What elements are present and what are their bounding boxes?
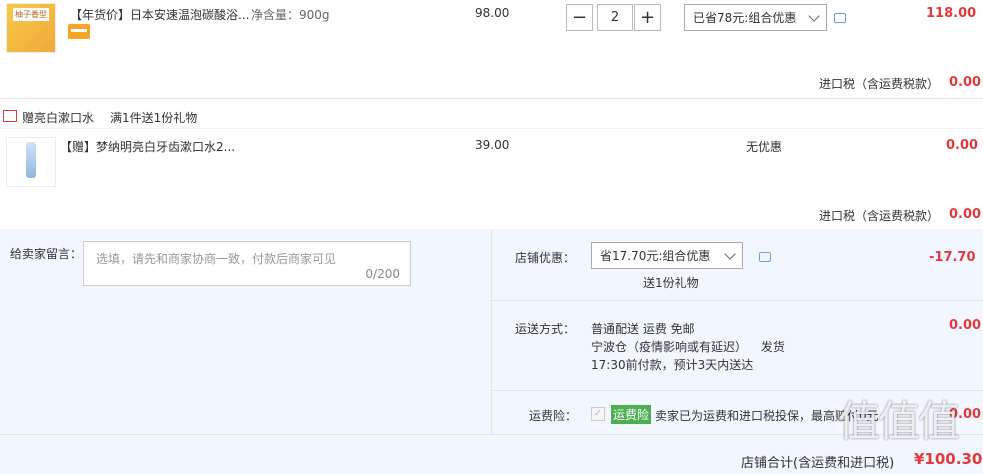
gift-product-name[interactable]: 【赠】梦纳明亮白牙齿漱口水2...	[60, 138, 235, 155]
gift-unit-price: 39.00	[475, 138, 510, 152]
promo-select[interactable]: 已省78元:组合优惠	[684, 4, 827, 31]
divider	[491, 229, 492, 434]
card-icon	[68, 24, 90, 39]
note-label: 给卖家留言：	[10, 247, 83, 261]
chat-icon[interactable]	[759, 252, 771, 262]
discount-value: -17.70	[929, 250, 976, 265]
product-tag: 【年货价】	[70, 8, 131, 22]
product-title[interactable]: 【年货价】日本安速温泡碳酸浴...	[70, 6, 249, 23]
store-total-value: ¥100.30	[914, 450, 983, 468]
thumbnail-label: 柚子香型	[13, 8, 49, 21]
divider	[0, 434, 983, 435]
note-input[interactable]: 选填，请先和商家协商一致，付款后商家可见 0/200	[83, 241, 411, 286]
watermark-logo: 值值值	[838, 397, 960, 446]
gift-title: 赠亮白漱口水	[22, 111, 95, 125]
increase-qty-button[interactable]: +	[634, 4, 661, 31]
discount-gift: 送1份礼物	[643, 276, 699, 290]
shipping-method: 普通配送 运费 免邮	[591, 322, 695, 336]
product-spec: 净含量：900g	[251, 8, 330, 22]
discount-label: 店铺优惠：	[515, 251, 576, 265]
chevron-down-icon	[724, 247, 736, 260]
chevron-down-icon	[808, 9, 820, 22]
insurance-checkbox[interactable]: ✓	[591, 407, 605, 421]
shipping-origin: 宁波仓（疫情影响或有延迟） 发货	[591, 338, 785, 355]
product-thumbnail[interactable]: 柚子香型	[6, 3, 56, 53]
ship-status: 发货	[760, 340, 785, 354]
import-tax-value: 0.00	[949, 75, 982, 90]
divider	[0, 128, 983, 129]
insurance-badge: 运费险	[611, 405, 652, 424]
gift-promo: 无优惠	[746, 140, 783, 154]
gift-icon	[3, 110, 17, 122]
shipping-label: 运送方式：	[515, 322, 576, 336]
item-subtotal: 118.00	[926, 6, 977, 21]
divider	[0, 98, 983, 99]
shipping-value: 0.00	[949, 318, 982, 333]
unit-price: 98.00	[475, 6, 510, 20]
gift-desc: 满1件送1份礼物	[110, 111, 198, 125]
discount-select-value: 省17.70元:组合优惠	[600, 249, 711, 263]
decrease-qty-button[interactable]: −	[566, 4, 593, 31]
gift-thumbnail[interactable]	[6, 137, 56, 187]
note-counter: 0/200	[365, 267, 400, 281]
discount-select[interactable]: 省17.70元:组合优惠	[591, 242, 743, 269]
gift-subtotal: 0.00	[946, 138, 979, 153]
promo-select-value: 已省78元:组合优惠	[693, 11, 797, 25]
chat-icon[interactable]	[834, 13, 846, 23]
warehouse: 宁波仓（疫情影响或有延迟）	[591, 340, 748, 354]
quantity-input[interactable]: 2	[597, 4, 633, 31]
import-tax-label: 进口税（含运费税款）	[819, 77, 940, 91]
import-tax-value: 0.00	[949, 207, 982, 222]
note-placeholder: 选填，请先和商家协商一致，付款后商家可见	[96, 252, 337, 266]
delivery-estimate: 17:30前付款，预计3天内送达	[591, 358, 754, 372]
divider	[491, 300, 983, 301]
insurance-label: 运费险：	[529, 409, 578, 423]
store-total-label: 店铺合计(含运费和进口税)	[741, 456, 895, 471]
product-name[interactable]: 日本安速温泡碳酸浴...	[130, 8, 249, 22]
import-tax-label: 进口税（含运费税款）	[819, 209, 940, 223]
